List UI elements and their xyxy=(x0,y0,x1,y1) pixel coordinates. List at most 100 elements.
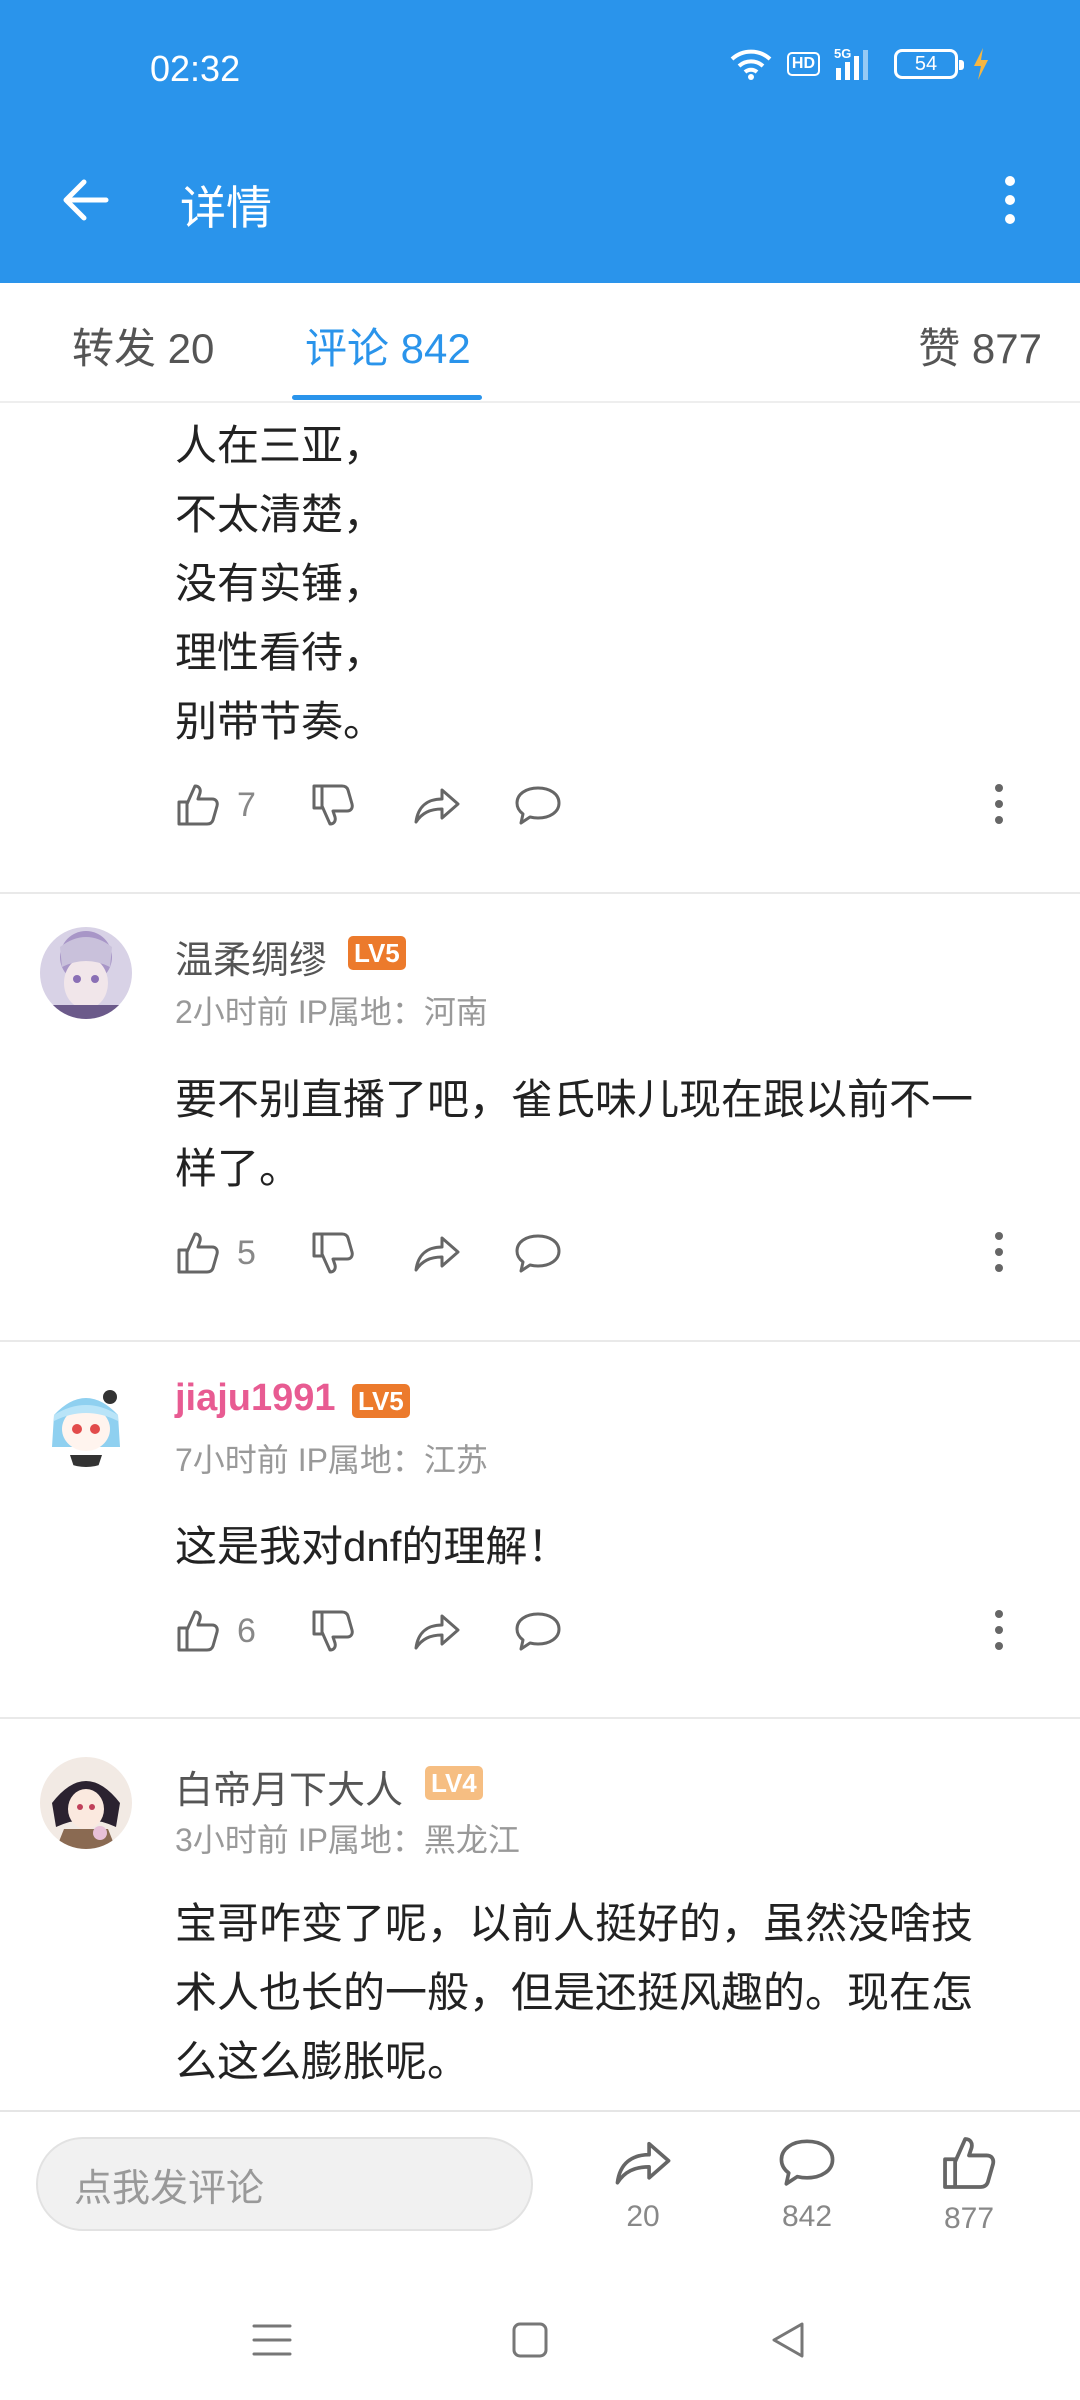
comment-bubble-icon xyxy=(515,786,561,825)
dislike-button[interactable] xyxy=(310,1608,356,1654)
comment-bubble-icon xyxy=(515,1612,561,1651)
more-vertical-icon xyxy=(995,1610,1003,1650)
comment-meta: 3小时前 IP属地：黑龙江 xyxy=(175,1822,520,1858)
share-button[interactable] xyxy=(412,1608,462,1654)
more-vertical-icon xyxy=(995,1232,1003,1272)
comment-meta: 2小时前 IP属地：河南 xyxy=(175,994,488,1030)
comment-post-button[interactable]: 842 xyxy=(747,2134,867,2234)
tab-repost[interactable]: 转发 20 xyxy=(72,315,214,376)
system-nav-bar xyxy=(0,2270,1080,2400)
comment-text: 要不别直播了吧，雀氏味儿现在跟以前不一 样了。 xyxy=(175,1065,1035,1203)
thumbs-up-icon xyxy=(177,784,219,826)
more-vertical-icon xyxy=(1005,176,1015,224)
level-badge: LV5 xyxy=(348,936,406,970)
comment-bubble-icon xyxy=(779,2139,835,2186)
share-button[interactable] xyxy=(412,1230,462,1276)
avatar[interactable] xyxy=(40,927,132,1019)
status-bar: 02:32 HD 5G 54 xyxy=(0,0,1080,120)
like-count: 6 xyxy=(237,1611,256,1650)
comment-username[interactable]: 温柔绸缪 xyxy=(175,929,327,984)
avatar[interactable] xyxy=(40,1757,132,1849)
comment-line: 要不别直播了吧，雀氏味儿现在跟以前不一 xyxy=(175,1076,974,1123)
back-triangle-icon xyxy=(772,2322,804,2358)
detail-tabs: 转发 20 评论 842 赞 877 xyxy=(0,283,1080,403)
level-badge: LV4 xyxy=(425,1766,483,1800)
comment-line: 样了。 xyxy=(175,1145,302,1192)
battery-indicator: 54 xyxy=(894,49,964,79)
comment-line: 理性看待， xyxy=(175,629,386,676)
reply-button[interactable] xyxy=(513,1230,563,1276)
tab-likes[interactable]: 赞 877 xyxy=(918,315,1042,376)
home-square-icon xyxy=(512,2322,548,2358)
comment-line: 没有实锤， xyxy=(175,560,386,607)
avatar[interactable] xyxy=(40,1375,132,1467)
more-options-button[interactable] xyxy=(980,170,1040,230)
comment-more-button[interactable] xyxy=(993,1230,1005,1274)
share-icon xyxy=(414,788,460,824)
comment-line: 术人也长的一般，但是还挺风趣的。现在怎 xyxy=(175,1969,974,2016)
menu-icon xyxy=(252,2324,292,2356)
thumbs-up-icon xyxy=(177,1232,219,1274)
like-count: 877 xyxy=(943,2202,995,2235)
network-label: 5G xyxy=(834,46,851,61)
like-button[interactable]: 6 xyxy=(175,1608,256,1654)
level-badge: LV5 xyxy=(352,1384,410,1418)
dislike-button[interactable] xyxy=(310,782,356,828)
comment-text: 这是我对dnf的理解！ xyxy=(175,1512,1035,1581)
back-nav-button[interactable] xyxy=(758,2310,818,2370)
page-title: 详情 xyxy=(180,182,272,234)
hd-badge: HD xyxy=(786,52,820,76)
like-count: 5 xyxy=(237,1233,256,1272)
back-button[interactable] xyxy=(55,170,115,230)
dislike-button[interactable] xyxy=(310,1230,356,1276)
comment-meta: 7小时前 IP属地：江苏 xyxy=(175,1442,488,1478)
active-tab-indicator xyxy=(292,395,482,400)
comment-list[interactable]: 人在三亚， 不太清楚， 没有实锤， 理性看待， 别带节奏。 7 温柔绸缪 LV5… xyxy=(0,405,1080,2110)
thumbs-down-icon xyxy=(312,784,354,826)
comment-count: 842 xyxy=(781,2200,833,2233)
comment-bubble-icon xyxy=(515,1234,561,1273)
like-count: 7 xyxy=(237,785,256,824)
share-icon xyxy=(615,2141,671,2185)
comment-divider xyxy=(0,892,1080,894)
share-button[interactable] xyxy=(412,782,462,828)
thumbs-down-icon xyxy=(312,1232,354,1274)
comment-line: 这是我对dnf的理解！ xyxy=(175,1523,570,1570)
comment-text: 人在三亚， 不太清楚， 没有实锤， 理性看待， 别带节奏。 xyxy=(175,411,1035,756)
wifi-icon xyxy=(729,47,773,81)
more-vertical-icon xyxy=(995,784,1003,824)
comment-more-button[interactable] xyxy=(993,782,1005,826)
share-icon xyxy=(414,1236,460,1272)
like-button[interactable]: 5 xyxy=(175,1230,256,1276)
reply-button[interactable] xyxy=(513,1608,563,1654)
arrow-left-icon xyxy=(63,179,109,221)
charging-icon xyxy=(972,48,990,80)
comment-divider xyxy=(0,1340,1080,1342)
like-post-button[interactable]: 877 xyxy=(909,2134,1029,2236)
comment-line: 宝哥咋变了呢，以前人挺好的，虽然没啥技 xyxy=(175,1900,974,1947)
comment-actions: 7 xyxy=(175,782,1005,842)
reply-button[interactable] xyxy=(513,782,563,828)
menu-nav-button[interactable] xyxy=(242,2310,302,2370)
comment-line: 别带节奏。 xyxy=(175,698,386,745)
share-post-button[interactable]: 20 xyxy=(583,2134,703,2234)
share-count: 20 xyxy=(626,2200,660,2233)
comment-input[interactable]: 点我发评论 xyxy=(36,2137,533,2231)
comment-more-button[interactable] xyxy=(993,1608,1005,1652)
share-icon xyxy=(414,1614,460,1650)
bottom-action-bar: 点我发评论 20 842 877 xyxy=(0,2110,1080,2270)
thumbs-down-icon xyxy=(312,1610,354,1652)
comment-username[interactable]: jiaju1991 xyxy=(175,1377,336,1420)
comment-line: 不太清楚， xyxy=(175,491,386,538)
comment-text: 宝哥咋变了呢，以前人挺好的，虽然没啥技 术人也长的一般，但是还挺风趣的。现在怎 … xyxy=(175,1889,1035,2096)
tab-comments[interactable]: 评论 842 xyxy=(305,315,471,376)
home-nav-button[interactable] xyxy=(500,2310,560,2370)
like-button[interactable]: 7 xyxy=(175,782,256,828)
comment-divider xyxy=(0,1717,1080,1719)
app-bar: 详情 xyxy=(0,120,1080,283)
status-time: 02:32 xyxy=(150,48,241,89)
comment-username[interactable]: 白帝月下大人 xyxy=(175,1759,403,1814)
comment-line: 么这么膨胀呢。 xyxy=(175,2038,470,2085)
comment-line: 人在三亚， xyxy=(175,422,386,469)
thumbs-up-icon xyxy=(943,2137,996,2189)
